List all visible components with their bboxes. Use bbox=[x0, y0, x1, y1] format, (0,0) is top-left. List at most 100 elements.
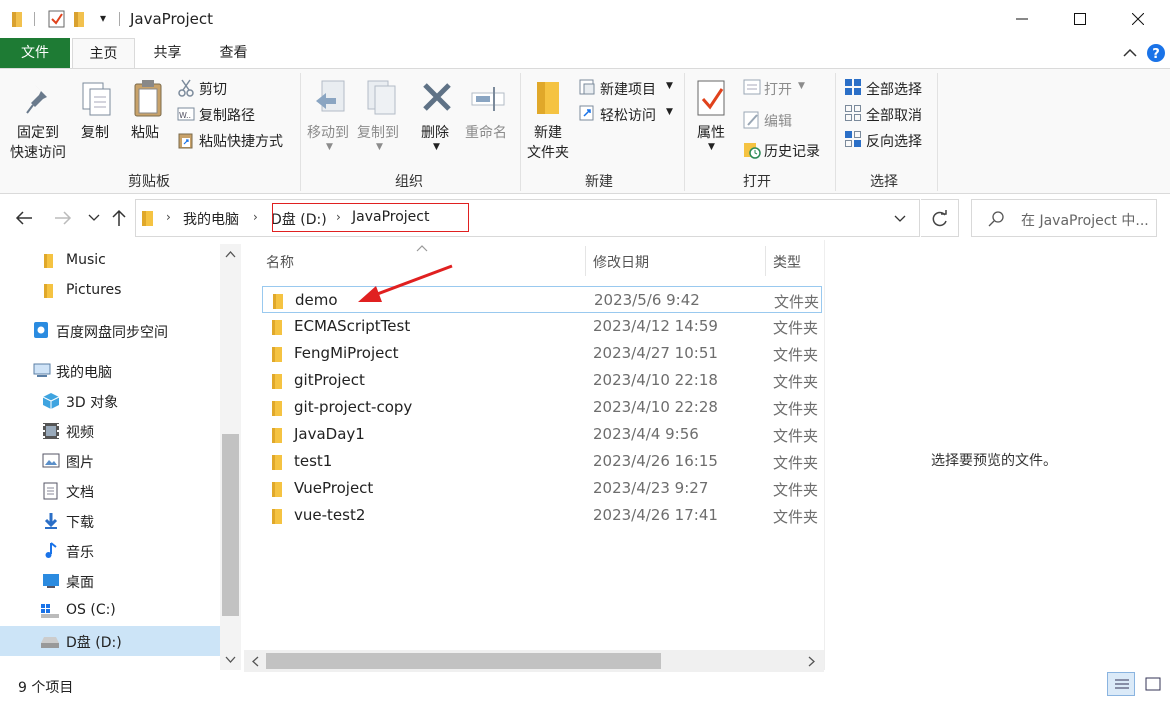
collapse-ribbon-icon[interactable] bbox=[1123, 48, 1137, 58]
folder-icon bbox=[272, 455, 282, 470]
properties-icon bbox=[697, 80, 725, 116]
move-to-button[interactable]: 移动到 ▼ bbox=[306, 79, 356, 167]
file-row[interactable]: ECMAScriptTest 2023/4/12 14:59 文件夹 bbox=[262, 313, 822, 340]
scroll-up-icon[interactable] bbox=[225, 250, 236, 258]
documents-icon bbox=[43, 482, 58, 500]
nav-item-documents[interactable]: 文档 bbox=[0, 476, 220, 506]
properties-button[interactable]: 属性 ▼ bbox=[690, 79, 734, 167]
address-bar[interactable]: › 我的电脑 › D盘 (D:) › JavaProject bbox=[135, 199, 920, 237]
recent-locations-chevron-icon[interactable] bbox=[88, 213, 100, 223]
tab-file[interactable]: 文件 bbox=[0, 38, 70, 68]
nav-item-videos[interactable]: 视频 bbox=[0, 416, 220, 446]
close-button[interactable] bbox=[1115, 0, 1161, 38]
properties-quick-icon[interactable] bbox=[48, 10, 66, 28]
paste-shortcut-button[interactable]: 粘贴快捷方式 bbox=[176, 129, 294, 151]
folder-icon bbox=[273, 294, 283, 309]
svg-text:?: ? bbox=[1152, 47, 1160, 62]
nav-item-drive-c[interactable]: OS (C:) bbox=[0, 596, 220, 626]
file-row[interactable]: demo 2023/5/6 9:42 文件夹 bbox=[262, 286, 822, 313]
nav-item-music-library[interactable]: 音乐 bbox=[0, 536, 220, 566]
back-arrow-icon[interactable] bbox=[15, 210, 33, 226]
paste-button[interactable]: 粘贴 bbox=[128, 79, 168, 167]
file-row[interactable]: FengMiProject 2023/4/27 10:51 文件夹 bbox=[262, 340, 822, 367]
open-button[interactable]: 打开 ▼ bbox=[742, 77, 822, 99]
new-folder-quick-icon[interactable] bbox=[74, 10, 88, 28]
computer-icon bbox=[33, 363, 51, 377]
move-to-label: 移动到 bbox=[307, 125, 349, 141]
file-date: 2023/4/26 17:41 bbox=[593, 506, 718, 524]
search-box[interactable]: 在 JavaProject 中... bbox=[971, 199, 1157, 237]
address-dropdown-chevron-icon[interactable] bbox=[894, 214, 906, 224]
history-button[interactable]: 历史记录 bbox=[742, 139, 832, 161]
properties-dropdown-icon: ▼ bbox=[708, 142, 715, 152]
cut-button[interactable]: 剪切 bbox=[176, 77, 256, 99]
refresh-icon bbox=[932, 210, 947, 227]
large-icons-view-button[interactable] bbox=[1140, 672, 1166, 696]
new-item-icon bbox=[579, 79, 595, 95]
column-header-type[interactable]: 类型 bbox=[773, 252, 801, 286]
quick-access-dropdown-icon[interactable]: ▾ bbox=[100, 11, 106, 25]
new-item-button[interactable]: 新建项目 ▼ bbox=[578, 77, 678, 99]
nav-label: Music bbox=[66, 252, 106, 268]
breadcrumb-chevron-icon: › bbox=[166, 210, 171, 224]
file-row[interactable]: test1 2023/4/26 16:15 文件夹 bbox=[262, 448, 822, 475]
tab-share[interactable]: 共享 bbox=[136, 38, 199, 68]
tab-home[interactable]: 主页 bbox=[72, 38, 135, 68]
nav-label: Pictures bbox=[66, 282, 122, 298]
nav-item-music[interactable]: Music bbox=[0, 246, 220, 276]
column-divider[interactable] bbox=[585, 246, 586, 276]
scroll-right-icon[interactable] bbox=[808, 656, 816, 667]
tab-view[interactable]: 查看 bbox=[202, 38, 265, 68]
horizontal-scrollbar-thumb[interactable] bbox=[266, 653, 661, 669]
refresh-button[interactable] bbox=[921, 199, 959, 237]
copy-to-button[interactable]: 复制到 ▼ bbox=[356, 79, 406, 167]
nav-item-downloads[interactable]: 下载 bbox=[0, 506, 220, 536]
select-none-button[interactable]: 全部取消 bbox=[843, 103, 935, 125]
maximize-button[interactable] bbox=[1057, 0, 1103, 38]
paste-shortcut-icon bbox=[178, 133, 193, 149]
delete-button[interactable]: 删除 ▼ bbox=[417, 79, 457, 167]
nav-scrollbar-thumb[interactable] bbox=[222, 434, 239, 616]
rename-button[interactable]: 重命名 bbox=[463, 79, 513, 167]
nav-item-my-computer[interactable]: 我的电脑 bbox=[0, 356, 220, 386]
nav-item-images[interactable]: 图片 bbox=[0, 446, 220, 476]
invert-selection-button[interactable]: 反向选择 bbox=[843, 129, 935, 151]
scroll-down-icon[interactable] bbox=[225, 656, 236, 664]
file-row[interactable]: VueProject 2023/4/23 9:27 文件夹 bbox=[262, 475, 822, 502]
horizontal-scrollbar[interactable] bbox=[244, 650, 824, 672]
select-none-label: 全部取消 bbox=[866, 108, 922, 124]
up-arrow-icon[interactable] bbox=[111, 209, 127, 227]
details-view-button[interactable] bbox=[1107, 672, 1135, 696]
file-row[interactable]: vue-test2 2023/4/26 17:41 文件夹 bbox=[262, 502, 822, 529]
column-header-name[interactable]: 名称 bbox=[266, 252, 294, 286]
nav-item-baidu-cloud[interactable]: 百度网盘同步空间 bbox=[0, 316, 220, 346]
new-folder-label-2: 文件夹 bbox=[527, 145, 569, 161]
edit-button[interactable]: 编辑 bbox=[742, 109, 822, 131]
nav-scrollbar[interactable] bbox=[220, 244, 241, 670]
nav-item-3d-objects[interactable]: 3D 对象 bbox=[0, 386, 220, 416]
scroll-left-icon[interactable] bbox=[251, 656, 259, 667]
select-all-button[interactable]: 全部选择 bbox=[843, 77, 935, 99]
nav-item-drive-d[interactable]: D盘 (D:) bbox=[0, 626, 220, 656]
column-divider[interactable] bbox=[765, 246, 766, 276]
forward-arrow-icon[interactable] bbox=[54, 210, 72, 226]
minimize-button[interactable] bbox=[999, 0, 1045, 38]
help-icon[interactable]: ? bbox=[1146, 43, 1166, 63]
copy-icon bbox=[82, 82, 111, 116]
paste-icon bbox=[134, 80, 162, 117]
pin-to-quick-access-button[interactable]: 固定到 快速访问 bbox=[8, 79, 72, 167]
easy-access-button[interactable]: 轻松访问 ▼ bbox=[578, 103, 678, 125]
copy-path-button[interactable]: W.. 复制路径 bbox=[176, 103, 276, 125]
nav-item-desktop[interactable]: 桌面 bbox=[0, 566, 220, 596]
nav-item-pictures[interactable]: Pictures bbox=[0, 276, 220, 306]
clipboard-group-label: 剪贴板 bbox=[128, 174, 170, 190]
file-row[interactable]: gitProject 2023/4/10 22:18 文件夹 bbox=[262, 367, 822, 394]
breadcrumb-computer[interactable]: 我的电脑 bbox=[183, 209, 239, 229]
column-header-date[interactable]: 修改日期 bbox=[593, 252, 649, 286]
svg-text:W..: W.. bbox=[179, 111, 191, 120]
open-icon bbox=[743, 79, 761, 95]
copy-button[interactable]: 复制 bbox=[78, 79, 118, 167]
file-row[interactable]: git-project-copy 2023/4/10 22:28 文件夹 bbox=[262, 394, 822, 421]
file-row[interactable]: JavaDay1 2023/4/4 9:56 文件夹 bbox=[262, 421, 822, 448]
new-folder-button[interactable]: 新建 文件夹 bbox=[525, 79, 577, 167]
